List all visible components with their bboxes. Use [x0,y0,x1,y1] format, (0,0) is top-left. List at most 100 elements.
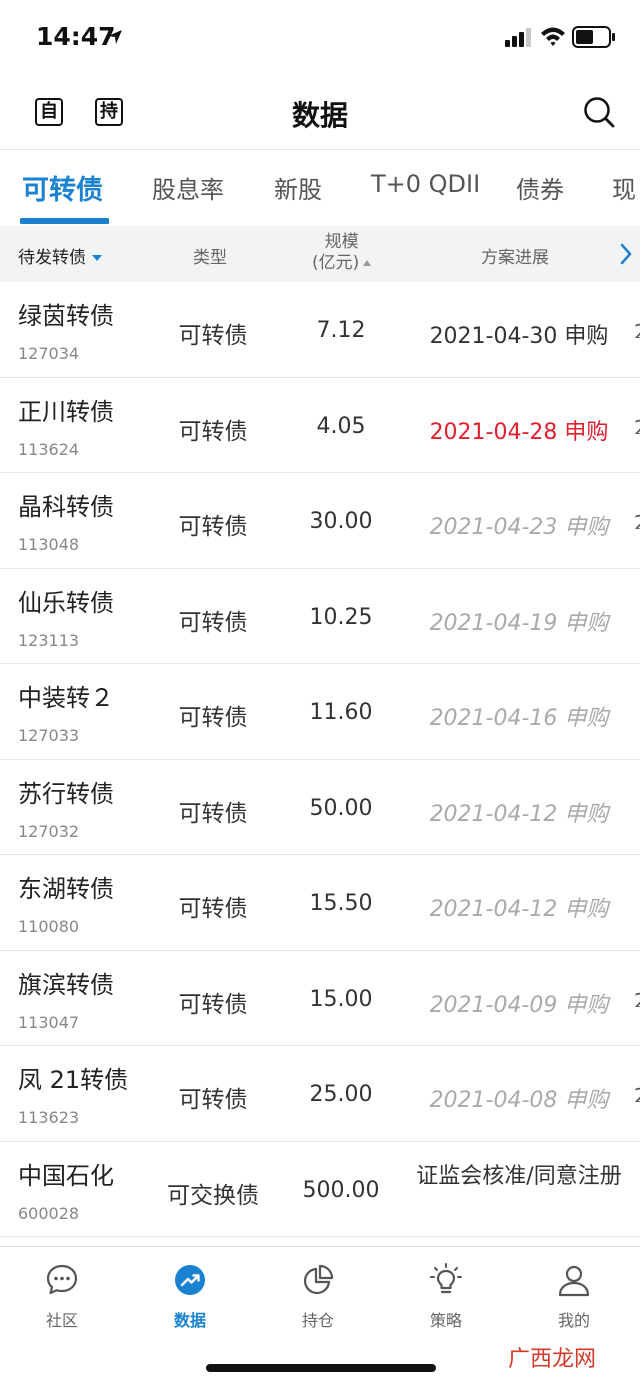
bond-type: 可转债 [178,800,248,827]
bond-type: 可交换债 [167,1182,259,1209]
bond-name: 仙乐转债 [18,588,114,617]
bottom-tab-holdings[interactable]: 持仓 [278,1263,358,1331]
location-arrow-icon [108,30,122,44]
bond-size: 10.25 [309,604,373,630]
bond-size: 25.00 [309,1082,373,1107]
bond-progress: 2021-04-19 申购 [429,610,609,636]
bond-size: 11.60 [309,700,373,725]
active-tab-indicator [20,218,109,224]
clipped-column-edge: 2 [634,1084,640,1102]
clipped-column-edge: 2 [634,989,640,1007]
bottom-tab-data[interactable]: 数据 [150,1263,230,1331]
bond-code: 600028 [18,1203,80,1223]
col-size-sort[interactable]: 规模 (亿元) [312,232,372,274]
bond-type: 可转债 [178,514,248,540]
page-title: 数据 [291,99,348,132]
table-row[interactable]: 苏行转债 127032 可转债 50.00 2021-04-12 申购 [0,760,640,855]
bond-type: 可转债 [178,896,248,922]
bond-code: 127032 [18,821,80,841]
bond-type: 可转债 [178,705,248,731]
bond-progress: 2021-04-16 申购 [429,706,609,731]
category-tabs: 可转债 股息率 新股 T+0 QDII 债券 现 [0,150,640,226]
person-icon [558,1265,590,1297]
table-row[interactable]: 旗滨转债 113047 可转债 15.00 2021-04-09 申购 2 [0,951,640,1046]
tab-convertible-bond[interactable]: 可转债 [22,168,103,207]
bond-progress: 证监会核准/同意注册 [416,1163,622,1189]
bond-progress: 2021-04-08 申购 [429,1088,609,1113]
status-bar: 14:47 [0,0,640,76]
bond-size: 4.05 [316,413,366,439]
bond-name: 绿茵转债 [18,302,114,330]
table-row[interactable]: 正川转债 113624 可转债 4.05 2021-04-28 申购 2 [0,378,640,473]
col-size-label: 规模 [324,232,359,252]
bond-progress: 2021-04-30 申购 [429,324,609,349]
tab-bond[interactable]: 债券 [516,170,564,205]
bottom-tab-bar: 社区 数据 持仓 策略 我的 广西龙网 [0,1246,640,1385]
bond-name: 苏行转债 [18,779,114,808]
bottom-tab-label: 我的 [557,1311,590,1330]
bond-code: 127034 [18,344,80,363]
tab-cash[interactable]: 现 [612,170,636,205]
table-header: 待发转债 类型 规模 (亿元) 方案进展 [0,226,640,282]
bottom-tab-label: 数据 [173,1311,206,1330]
bottom-tab-label: 持仓 [301,1311,334,1330]
bottom-tab-label: 策略 [429,1311,462,1330]
chevron-right-icon[interactable] [620,243,632,265]
bond-name: 正川转债 [18,397,114,426]
bond-name: 凤 21转债 [18,1066,129,1094]
clipped-column-edge: 2 [634,320,640,338]
bond-code: 113623 [18,1108,80,1127]
home-indicator [206,1364,436,1372]
search-icon[interactable] [583,96,615,128]
wifi-icon [541,27,565,46]
bond-name: 中国石化 [18,1161,114,1190]
watermark-text: 广西龙网 [508,1347,597,1372]
col-type: 类型 [193,248,227,268]
trend-up-icon [175,1265,205,1295]
bond-size: 50.00 [309,795,373,821]
pie-chart-icon [303,1264,334,1295]
status-time: 14:47 [36,22,116,51]
table-row[interactable]: 东湖转债 110080 可转债 15.50 2021-04-12 申购 [0,855,640,951]
tab-t0-qdii[interactable]: T+0 QDII [371,170,480,198]
bond-type: 可转债 [178,1087,248,1113]
bottom-tab-me[interactable]: 我的 [534,1263,614,1331]
cellular-signal-icon [505,28,531,47]
tab-new-stock[interactable]: 新股 [274,170,322,205]
table-row[interactable]: 仙乐转债 123113 可转债 10.25 2021-04-19 申购 [0,569,640,664]
filter-label: 待发转债 [18,248,86,268]
bond-size: 7.12 [316,318,366,343]
table-row[interactable]: 凤 21转债 113623 可转债 25.00 2021-04-08 申购 2 [0,1046,640,1142]
lightbulb-icon [430,1263,462,1294]
bond-progress: 2021-04-09 申购 [429,992,609,1018]
table-row[interactable]: 晶科转债 113048 可转债 30.00 2021-04-23 申购 2 [0,473,640,569]
clipped-column-edge: 2 [634,511,640,529]
table-row[interactable]: 绿茵转债 127034 可转债 7.12 2021-04-30 申购 2 [0,282,640,378]
bond-name: 东湖转债 [18,875,114,903]
bond-type: 可转债 [178,323,248,349]
bond-size: 500.00 [302,1177,380,1203]
caret-down-icon [92,255,102,261]
table-row[interactable]: 中装转２ 127033 可转债 11.60 2021-04-16 申购 [0,664,640,760]
bond-name: 晶科转债 [18,493,114,521]
clipped-column-edge: 2 [634,416,640,434]
bottom-tab-strategy[interactable]: 策略 [406,1263,486,1331]
bond-code: 123113 [18,630,80,650]
bond-name: 中装转２ [18,684,114,712]
bond-code: 127033 [18,726,80,745]
bottom-tab-label: 社区 [45,1311,78,1330]
tab-dividend-yield[interactable]: 股息率 [152,170,224,205]
col-size-unit: (亿元) [312,253,360,273]
bond-code: 113048 [18,535,80,554]
app-header: 自 持 数据 [0,76,640,150]
bottom-tab-community[interactable]: 社区 [22,1263,102,1331]
bond-progress: 2021-04-12 申购 [429,801,609,827]
bond-code: 113624 [18,439,80,459]
filter-dropdown[interactable]: 待发转债 [18,243,102,268]
battery-icon [572,26,615,48]
table-row[interactable]: 中国石化 600028 可交换债 500.00 证监会核准/同意注册 [0,1142,640,1237]
bond-name: 旗滨转债 [18,970,114,999]
sort-caret-icon [363,260,372,266]
bond-list: 绿茵转债 127034 可转债 7.12 2021-04-30 申购 2 正川转… [0,282,640,1237]
col-progress: 方案进展 [481,248,549,268]
